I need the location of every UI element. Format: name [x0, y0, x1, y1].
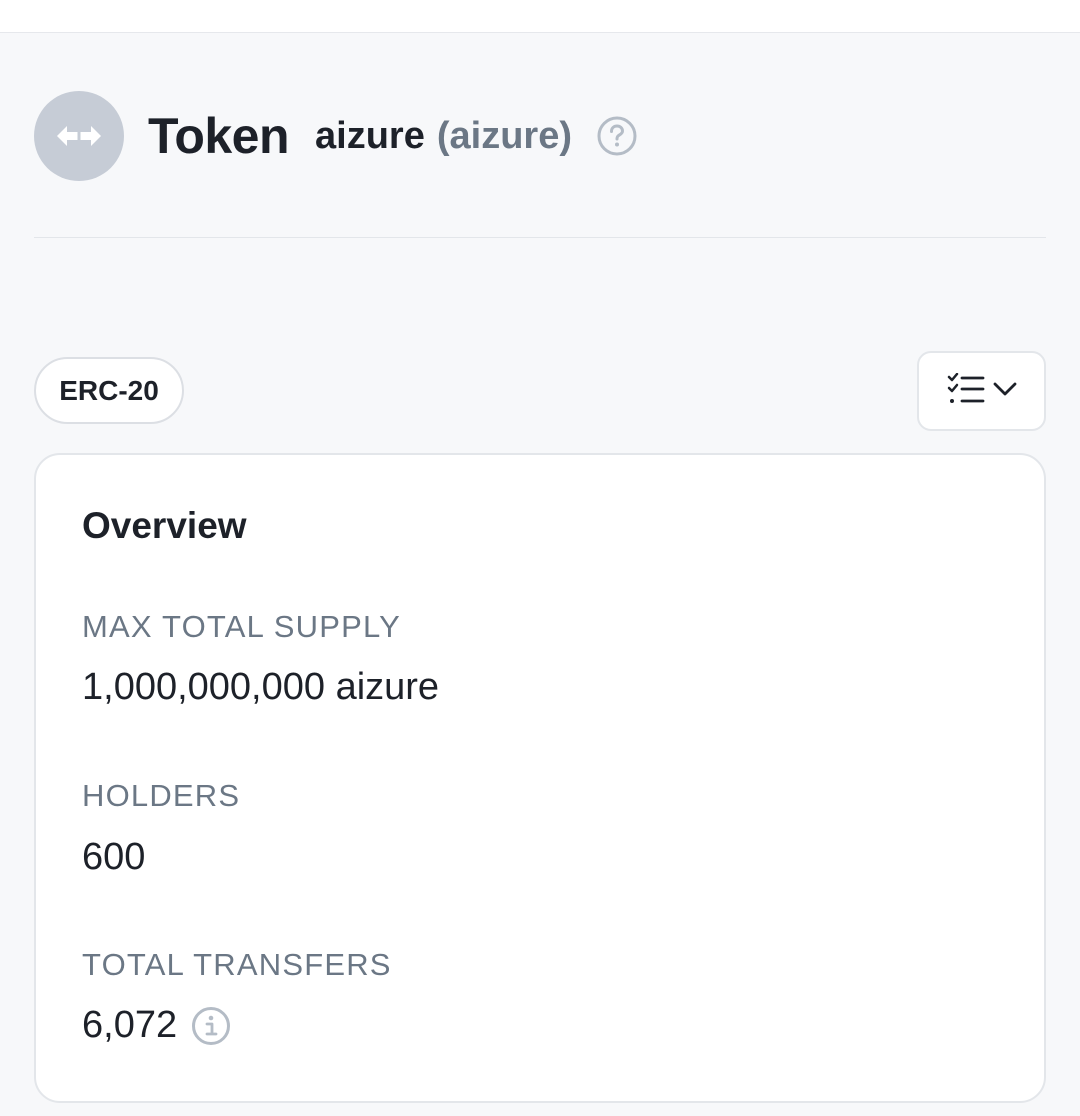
- checklist-icon: [947, 372, 985, 410]
- total-transfers-row: 6,072: [82, 1004, 231, 1047]
- max-total-supply-value: 1,000,000,000 aizure: [82, 666, 440, 708]
- token-standard-badge: ERC-20: [34, 357, 184, 424]
- chevron-down-icon: [993, 381, 1017, 402]
- holders-label: HOLDERS: [82, 778, 241, 813]
- info-icon[interactable]: [191, 1006, 231, 1046]
- total-transfers-value: 6,072: [82, 1004, 178, 1046]
- holders-value[interactable]: 600: [82, 836, 145, 879]
- page-title: Token: [148, 108, 290, 164]
- list-options-dropdown[interactable]: [917, 351, 1046, 431]
- token-name: aizure: [315, 114, 425, 157]
- max-total-supply-label: MAX TOTAL SUPPLY: [82, 609, 401, 644]
- token-swap-icon: [34, 91, 124, 181]
- overview-title: Overview: [82, 505, 247, 546]
- overview-card: Overview MAX TOTAL SUPPLY 1,000,000,000 …: [34, 453, 1046, 1103]
- header-divider: [34, 237, 1046, 238]
- token-symbol: (aizure): [436, 114, 572, 157]
- question-circle-icon[interactable]: [596, 115, 638, 157]
- top-bar: [0, 0, 1080, 33]
- total-transfers-label: TOTAL TRANSFERS: [82, 947, 392, 982]
- token-header: Token aizure (aizure): [34, 90, 638, 182]
